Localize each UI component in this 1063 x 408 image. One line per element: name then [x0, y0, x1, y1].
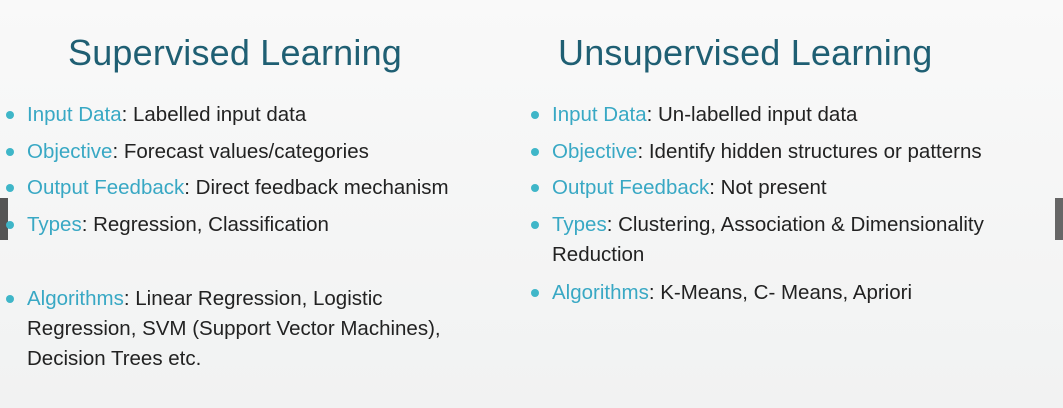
item-text-line2: Reduction [552, 243, 645, 266]
right-edge-marker [1055, 198, 1063, 240]
item-key: Algorithms [27, 287, 124, 310]
item-key: Input Data [27, 103, 122, 126]
item-key: Objective [552, 140, 638, 163]
bullet-icon [6, 148, 14, 156]
item-text: : Un-labelled input data [646, 103, 858, 126]
unsupervised-item-input-data: Input Data: Un-labelled input data [531, 100, 858, 130]
item-key: Output Feedback [552, 176, 710, 199]
supervised-item-objective: Objective: Forecast values/categories [6, 137, 369, 167]
item-text: : Not present [709, 176, 827, 199]
item-text: : Direct feedback mechanism [184, 176, 449, 199]
supervised-item-input-data: Input Data: Labelled input data [6, 100, 307, 130]
supervised-item-output-feedback: Output Feedback: Direct feedback mechani… [6, 173, 449, 203]
unsupervised-heading: Unsupervised Learning [558, 32, 933, 73]
item-text-line3: Decision Trees etc. [27, 347, 202, 370]
bullet-icon [531, 221, 539, 229]
bullet-icon [531, 148, 539, 156]
bullet-icon [531, 184, 539, 192]
bullet-icon [531, 111, 539, 119]
item-text: : Identify hidden structures or patterns [637, 140, 982, 163]
unsupervised-item-types: Types: Clustering, Association & Dimensi… [531, 210, 984, 270]
bullet-icon [6, 221, 14, 229]
item-key: Input Data [552, 103, 647, 126]
item-text: : Labelled input data [121, 103, 307, 126]
unsupervised-item-algorithms: Algorithms: K-Means, C- Means, Apriori [531, 278, 913, 308]
bullet-icon [6, 184, 14, 192]
item-text: : K-Means, C- Means, Apriori [648, 281, 913, 304]
unsupervised-item-output-feedback: Output Feedback: Not present [531, 173, 827, 203]
item-text: : Linear Regression, Logistic [123, 287, 383, 310]
item-key: Output Feedback [27, 176, 185, 199]
left-edge-marker [0, 198, 8, 240]
item-key: Algorithms [552, 281, 649, 304]
supervised-item-types: Types: Regression, Classification [6, 210, 329, 240]
item-text-line2: Regression, SVM (Support Vector Machines… [27, 317, 441, 340]
bullet-icon [6, 111, 14, 119]
item-key: Types [552, 213, 607, 236]
bullet-icon [531, 289, 539, 297]
item-text: : Clustering, Association & Dimensionali… [606, 213, 984, 236]
item-key: Types [27, 213, 82, 236]
item-text: : Forecast values/categories [112, 140, 369, 163]
slide: Supervised Learning Input Data: Labelled… [0, 0, 1063, 408]
bullet-icon [6, 295, 14, 303]
supervised-item-algorithms: Algorithms: Linear Regression, Logistic … [6, 284, 441, 374]
item-text: : Regression, Classification [81, 213, 329, 236]
item-key: Objective [27, 140, 113, 163]
unsupervised-item-objective: Objective: Identify hidden structures or… [531, 137, 982, 167]
supervised-heading: Supervised Learning [68, 32, 403, 73]
